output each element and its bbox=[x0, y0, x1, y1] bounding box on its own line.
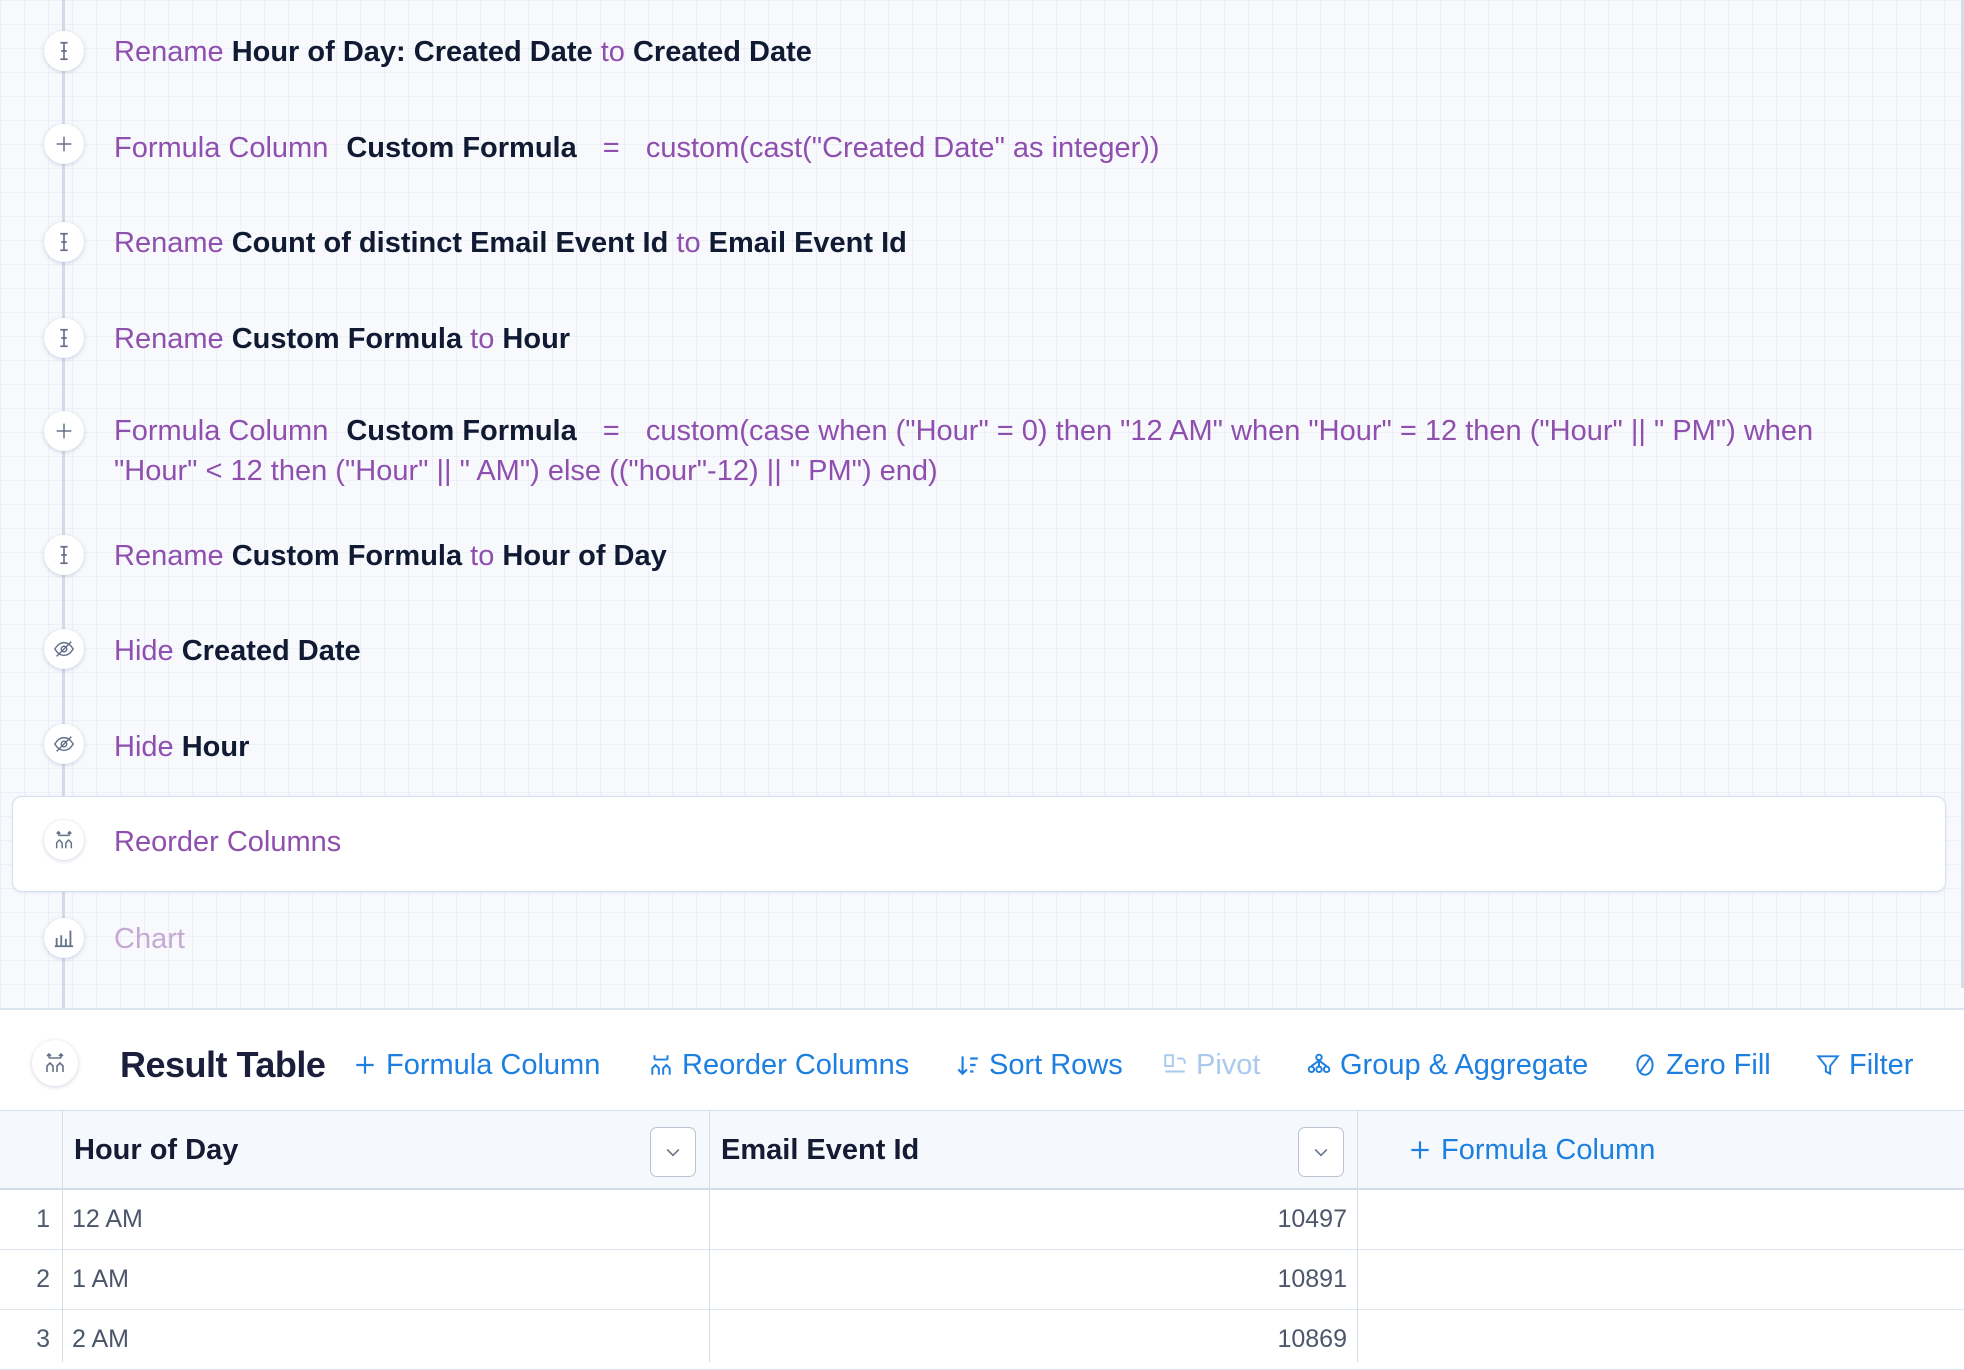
rename-cursor-icon bbox=[44, 535, 84, 575]
step-column-name: Hour bbox=[502, 323, 571, 355]
row-number: 2 bbox=[36, 1265, 50, 1293]
column-divider bbox=[62, 1110, 63, 1362]
step-keyword: Chart bbox=[114, 923, 185, 955]
sort-rows-button[interactable]: Sort Rows bbox=[955, 1040, 1123, 1090]
plus-icon bbox=[44, 411, 84, 451]
step-keyword: Rename bbox=[114, 323, 224, 355]
zero-fill-button[interactable]: Zero Fill bbox=[1632, 1040, 1771, 1090]
column-divider[interactable] bbox=[1357, 1110, 1358, 1362]
rename-cursor-icon bbox=[44, 222, 84, 262]
result-toolbar: Result Table Formula Column Reorder Colu… bbox=[0, 1010, 1964, 1110]
filter-button[interactable]: Filter bbox=[1815, 1040, 1913, 1090]
chevron-down-icon bbox=[1314, 1148, 1328, 1157]
step-column-name: Custom Formula bbox=[346, 415, 577, 447]
step-column-name: Custom Formula bbox=[231, 540, 463, 572]
row-number-header bbox=[0, 1110, 62, 1190]
pipeline-steps-panel: Rename Hour of Day: Created Date to Crea… bbox=[0, 0, 1964, 1008]
pivot-icon bbox=[1164, 1054, 1186, 1073]
add-formula-column-button[interactable]: Formula Column bbox=[1407, 1111, 1655, 1189]
step-keyword: Rename bbox=[114, 227, 224, 259]
step-keyword: Rename bbox=[114, 36, 224, 68]
reorder-columns-icon bbox=[44, 820, 84, 860]
step-column-name: Count of distinct Email Event Id bbox=[231, 227, 669, 259]
step-column-name: Hour of Day: Created Date bbox=[231, 36, 593, 68]
row-number: 1 bbox=[36, 1205, 50, 1233]
eye-slash-icon bbox=[44, 724, 84, 764]
column-menu-button[interactable] bbox=[1298, 1127, 1344, 1177]
step-column-name: Custom Formula bbox=[231, 323, 463, 355]
step-column-name: Created Date bbox=[181, 635, 361, 667]
eye-slash-icon bbox=[44, 629, 84, 669]
column-divider[interactable] bbox=[709, 1110, 710, 1362]
formula-column-button[interactable]: Formula Column bbox=[352, 1040, 600, 1090]
step-keyword: Formula Column bbox=[114, 415, 329, 447]
cell-email-event-id: 10891 bbox=[1277, 1265, 1347, 1293]
cell-email-event-id: 10497 bbox=[1277, 1205, 1347, 1233]
step-keyword: Reorder Columns bbox=[114, 826, 342, 858]
reorder-columns-icon bbox=[651, 1055, 671, 1075]
step-keyword: Hide bbox=[114, 731, 174, 763]
step-keyword: Hide bbox=[114, 635, 174, 667]
step-column-name: Hour bbox=[181, 731, 250, 763]
zero-fill-icon bbox=[1636, 1054, 1654, 1076]
table-row[interactable]: 3 2 AM 10869 bbox=[0, 1310, 1964, 1370]
chevron-down-icon bbox=[666, 1148, 680, 1157]
result-table-panel: Result Table Formula Column Reorder Colu… bbox=[0, 1008, 1964, 1370]
add-column-header: Formula Column bbox=[1357, 1110, 1964, 1190]
group-aggregate-button[interactable]: Group & Aggregate bbox=[1306, 1040, 1588, 1090]
result-table-title: Result Table bbox=[120, 1044, 326, 1085]
plus-icon bbox=[44, 124, 84, 164]
reorder-columns-icon bbox=[32, 1040, 78, 1086]
cell-hour-of-day: 1 AM bbox=[72, 1265, 129, 1293]
sort-icon bbox=[957, 1056, 978, 1076]
pivot-button[interactable]: Pivot bbox=[1162, 1040, 1260, 1090]
reorder-columns-button[interactable]: Reorder Columns bbox=[648, 1040, 909, 1090]
column-menu-button[interactable] bbox=[650, 1127, 696, 1177]
filter-icon bbox=[1816, 1055, 1840, 1076]
rename-cursor-icon bbox=[44, 31, 84, 71]
table-row[interactable]: 2 1 AM 10891 bbox=[0, 1250, 1964, 1310]
step-column-name: Created Date bbox=[632, 36, 812, 68]
column-header-email-event-id[interactable]: Email Event Id bbox=[709, 1110, 1357, 1190]
table-row[interactable]: 1 12 AM 10497 bbox=[0, 1190, 1964, 1250]
step-keyword: Formula Column bbox=[114, 132, 329, 164]
rename-cursor-icon bbox=[44, 318, 84, 358]
step-column-name: Hour of Day bbox=[502, 540, 667, 572]
step-keyword: Rename bbox=[114, 540, 224, 572]
plus-icon bbox=[1411, 1141, 1429, 1159]
row-number: 3 bbox=[36, 1325, 50, 1353]
step-column-name: Email Event Id bbox=[708, 227, 907, 259]
group-icon bbox=[1307, 1053, 1331, 1074]
cell-hour-of-day: 2 AM bbox=[72, 1325, 129, 1353]
bar-chart-icon bbox=[44, 918, 84, 958]
step-formula: custom(cast("Created Date" as integer)) bbox=[645, 132, 1160, 164]
column-header-hour-of-day[interactable]: Hour of Day bbox=[62, 1110, 709, 1190]
result-table: Hour of Day Email Event Id Formula Colum… bbox=[0, 1110, 1964, 1370]
cell-hour-of-day: 12 AM bbox=[72, 1205, 143, 1233]
cell-email-event-id: 10869 bbox=[1277, 1325, 1347, 1353]
step-column-name: Custom Formula bbox=[346, 132, 577, 164]
plus-icon bbox=[356, 1056, 374, 1074]
